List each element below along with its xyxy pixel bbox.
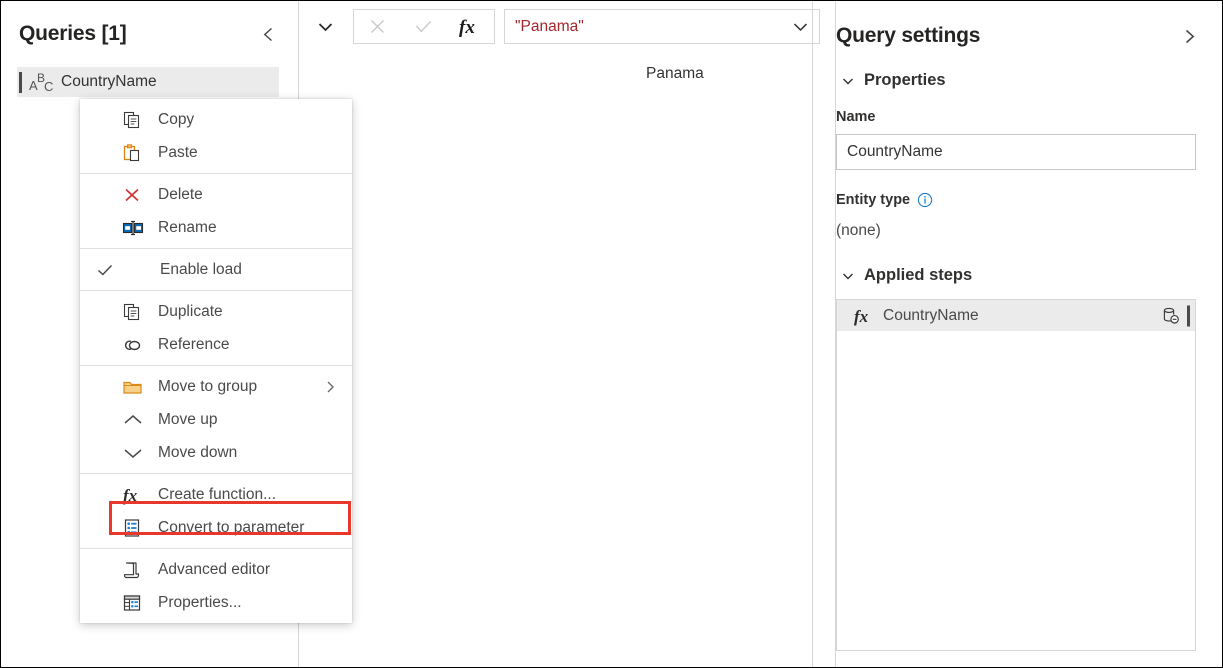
formula-input[interactable]: "Panama" [504, 9, 820, 44]
sidebar-item-countryname[interactable]: A B C CountryName [17, 67, 279, 97]
queries-pane: Queries [1] A B C CountryName Copy Paste… [1, 1, 352, 667]
menu-item-label: Delete [158, 185, 203, 203]
applied-step-label: CountryName [883, 306, 979, 324]
menu-item-rename[interactable]: Rename [80, 211, 352, 244]
formula-bar: fx "Panama" [311, 9, 820, 44]
reference-link-icon [122, 335, 158, 355]
abc-text-type-icon: A B C [28, 71, 58, 93]
chevron-down-icon [841, 269, 859, 283]
applied-steps-list: fx CountryName [836, 299, 1196, 651]
chevron-down-icon [122, 443, 158, 463]
menu-item-delete[interactable]: Delete [80, 178, 352, 211]
menu-item-advanced-editor[interactable]: Advanced editor [80, 553, 352, 586]
svg-text:fx: fx [123, 486, 138, 505]
menu-item-label: Move to group [158, 377, 258, 395]
menu-item-label: Create function... [158, 485, 277, 503]
applied-step-row[interactable]: fx CountryName [837, 300, 1195, 331]
advanced-editor-scroll-icon [122, 560, 158, 580]
paste-icon [122, 143, 158, 163]
entity-type-value: (none) [836, 222, 881, 239]
selection-indicator [19, 71, 22, 93]
query-context-menu: Copy Paste Delete Rename Enable load Dup… [80, 99, 352, 623]
menu-item-label: Properties... [158, 593, 242, 611]
query-settings-header: Query settings [836, 23, 1202, 49]
rename-icon [122, 218, 158, 238]
formula-bar-buttons: fx [353, 9, 495, 44]
menu-item-label: Paste [158, 143, 198, 161]
chevron-down-icon[interactable] [787, 14, 813, 40]
fx-icon: fx [847, 305, 881, 327]
menu-item-convert-to-parameter[interactable]: Convert to parameter [80, 511, 352, 544]
svg-text:C: C [44, 79, 53, 93]
properties-table-icon [122, 593, 158, 613]
menu-separator [80, 473, 352, 474]
menu-item-paste[interactable]: Paste [80, 136, 352, 169]
step-selection-indicator [1187, 305, 1190, 326]
formula-bar-expand-icon[interactable] [311, 10, 339, 44]
copy-icon [122, 110, 158, 130]
menu-separator [80, 290, 352, 291]
power-query-editor-window: Queries [1] A B C CountryName Copy Paste… [0, 0, 1223, 668]
menu-item-copy[interactable]: Copy [80, 103, 352, 136]
page-title: Query settings [836, 24, 981, 47]
menu-item-label: Move up [158, 410, 218, 428]
menu-item-create-function[interactable]: fx Create function... [80, 478, 352, 511]
menu-item-label: Advanced editor [158, 560, 271, 578]
name-label: Name [836, 109, 876, 125]
query-settings-pane: Query settings Properties Name CountryNa… [836, 1, 1222, 667]
menu-separator [80, 173, 352, 174]
name-field-value: CountryName [847, 143, 943, 160]
svg-text:fx: fx [459, 17, 475, 38]
chevron-right-icon[interactable] [1176, 23, 1202, 49]
data-source-settings-icon[interactable] [1161, 306, 1181, 326]
menu-item-label: Copy [158, 110, 195, 128]
applied-steps-section-header[interactable]: Applied steps [841, 266, 972, 285]
delete-x-icon [122, 185, 158, 205]
formula-input-value: "Panama" [515, 17, 584, 35]
cancel-x-icon[interactable] [354, 10, 400, 43]
menu-item-label: Convert to parameter [158, 518, 305, 536]
queries-header: Queries [1] [19, 21, 281, 47]
duplicate-icon [122, 302, 158, 322]
applied-steps-section-label: Applied steps [864, 266, 973, 284]
checkmark-icon [88, 260, 122, 280]
menu-item-label: Enable load [160, 260, 242, 278]
menu-item-label: Reference [158, 335, 230, 353]
menu-item-properties[interactable]: Properties... [80, 586, 352, 619]
properties-section-label: Properties [864, 71, 946, 89]
entity-type-label: Entity type [836, 192, 911, 208]
queries-pane-title: Queries [1] [19, 22, 127, 45]
folder-icon [122, 377, 158, 397]
menu-separator [80, 548, 352, 549]
preview-pane: fx "Panama" Panama [299, 1, 820, 667]
name-field[interactable]: CountryName [836, 134, 1196, 170]
fx-icon: fx [122, 485, 158, 505]
entity-type-label-row: Entity type [836, 192, 933, 208]
menu-item-label: Rename [158, 218, 217, 236]
accept-check-icon[interactable] [400, 10, 446, 43]
menu-item-duplicate[interactable]: Duplicate [80, 295, 352, 328]
chevron-up-icon [122, 410, 158, 430]
menu-item-label: Duplicate [158, 302, 223, 320]
info-circle-icon[interactable] [917, 192, 933, 208]
chevron-down-icon [841, 74, 859, 88]
menu-separator [80, 248, 352, 249]
menu-item-label: Move down [158, 443, 238, 461]
chevron-left-icon[interactable] [255, 21, 281, 47]
svg-text:fx: fx [854, 307, 869, 326]
sidebar-item-label: CountryName [61, 73, 157, 90]
menu-item-reference[interactable]: Reference [80, 328, 352, 361]
menu-separator [80, 365, 352, 366]
fx-icon[interactable]: fx [446, 10, 492, 43]
chevron-right-icon [323, 379, 338, 394]
parameter-list-icon [122, 518, 158, 538]
menu-item-move-to-group[interactable]: Move to group [80, 370, 352, 403]
preview-settings-divider [812, 1, 813, 667]
preview-value: Panama [646, 65, 704, 82]
menu-item-enable-load[interactable]: Enable load [80, 253, 352, 286]
properties-section-header[interactable]: Properties [841, 71, 946, 90]
menu-item-move-down[interactable]: Move down [80, 436, 352, 469]
menu-item-move-up[interactable]: Move up [80, 403, 352, 436]
